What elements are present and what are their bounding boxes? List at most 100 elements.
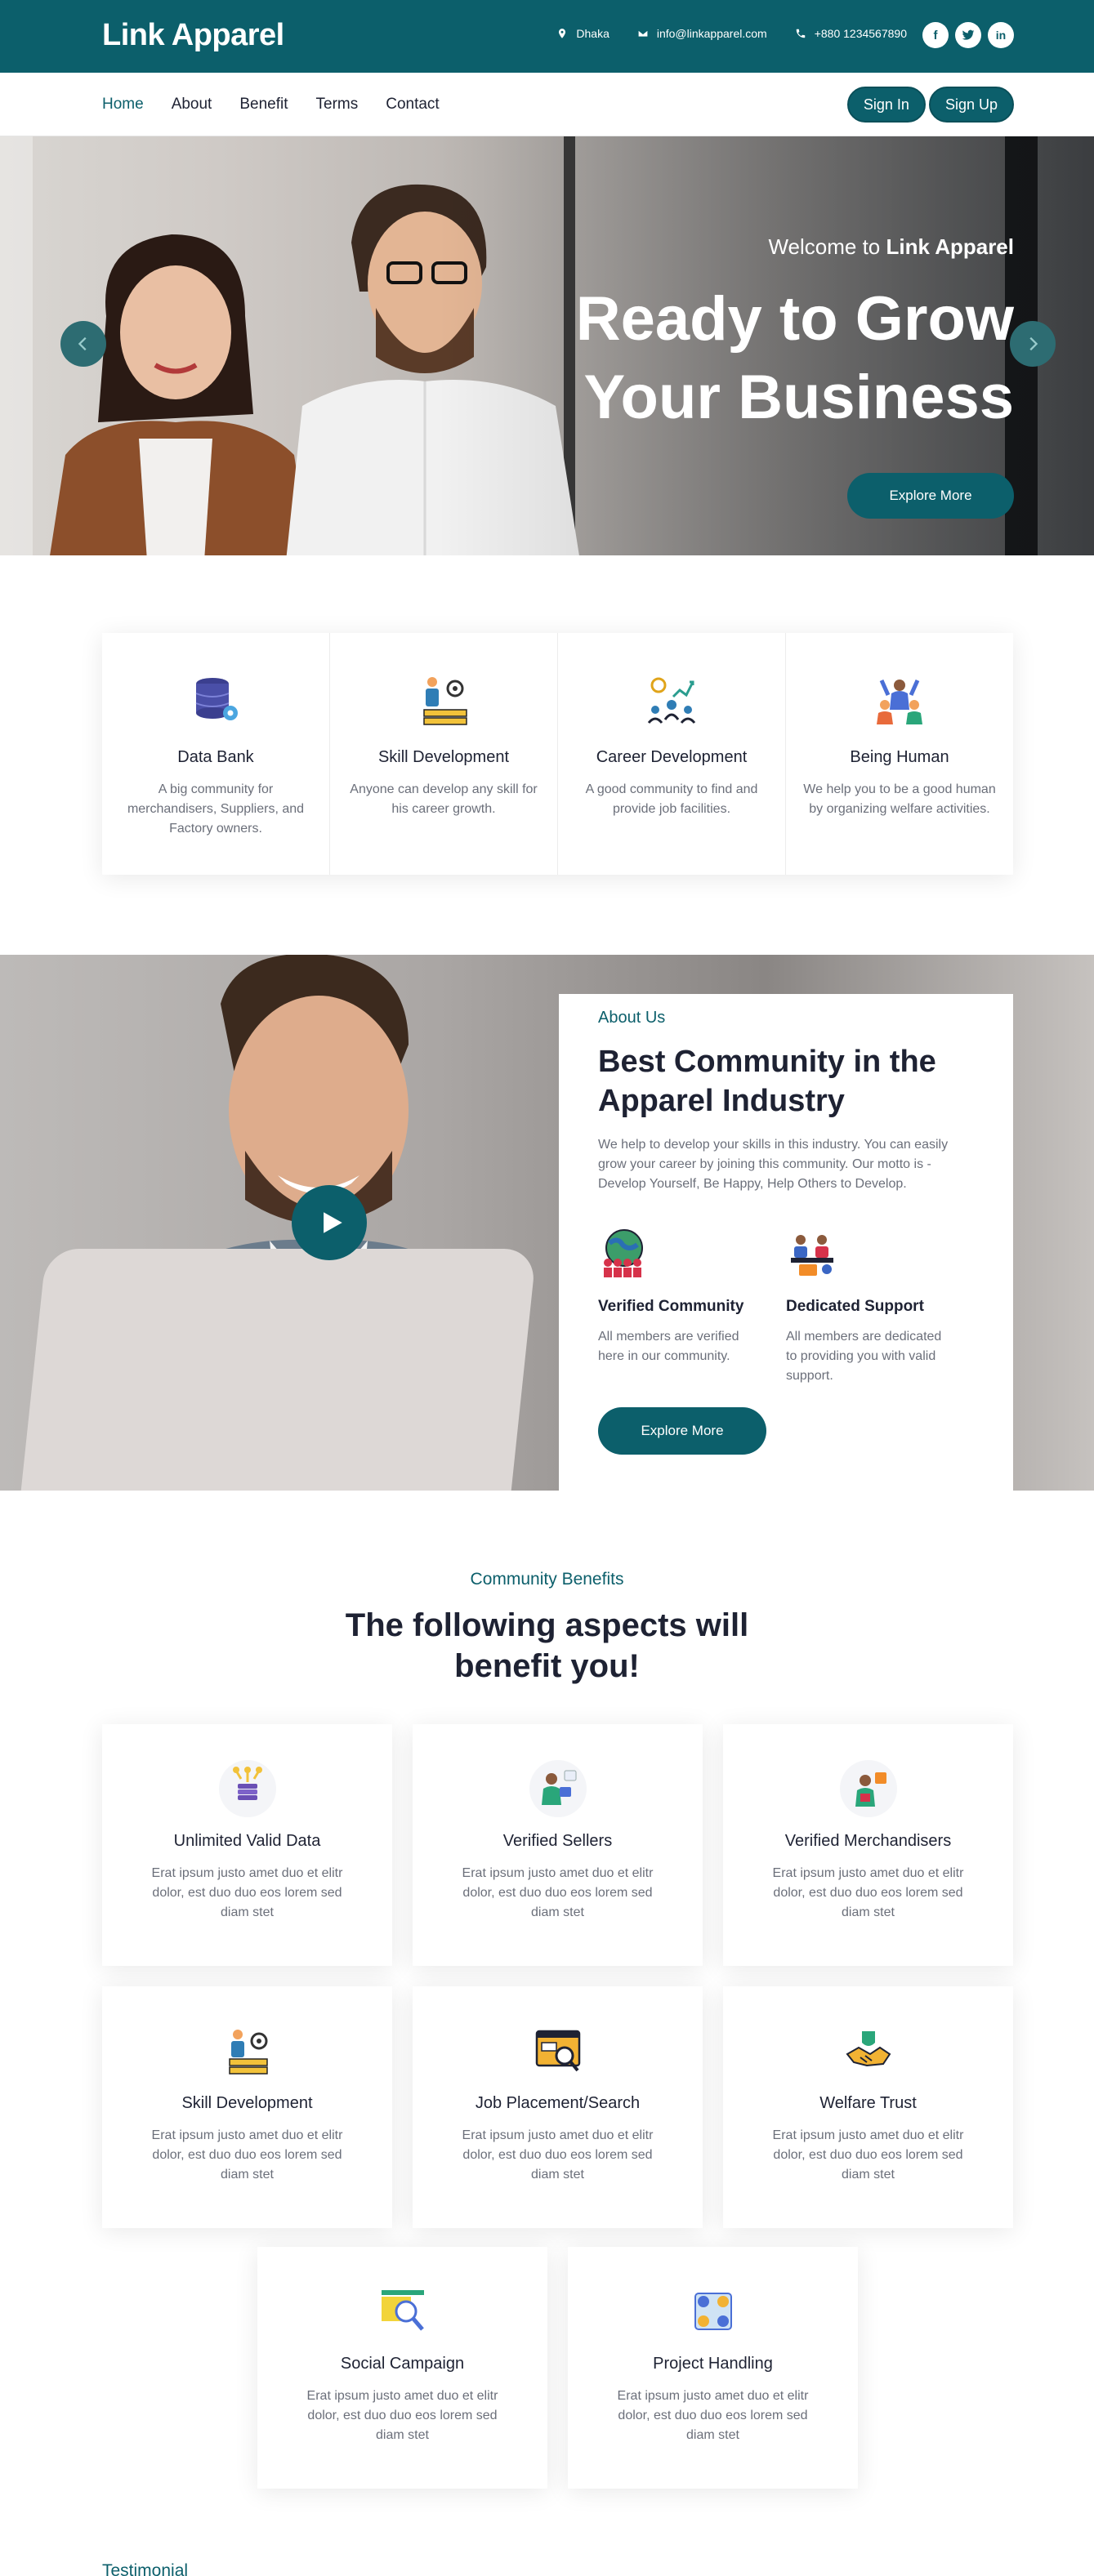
handshake-icon: [840, 2022, 897, 2079]
feature-card: Data Bank A big community for merchandis…: [102, 633, 330, 875]
project-handling-icon: [685, 2283, 742, 2340]
main-nav: Home About Benefit Terms Contact Sign In…: [0, 73, 1094, 136]
feature-text: A big community for merchandisers, Suppl…: [127, 782, 305, 836]
sign-up-button[interactable]: Sign Up: [928, 87, 1014, 123]
slider-prev-button[interactable]: [60, 321, 106, 367]
data-stack-icon: [218, 1760, 276, 1817]
benefit-title: Job Placement/Search: [475, 2094, 641, 2112]
benefit-card: Social Campaign Erat ipsum justo amet du…: [257, 2247, 547, 2489]
benefits-title-text: The following aspects will benefit you!: [345, 1607, 749, 1684]
benefit-title: Verified Sellers: [502, 1832, 613, 1850]
benefits-kicker: Community Benefits: [470, 1570, 624, 1589]
feature-text: We help you to be a good human by organi…: [803, 782, 996, 816]
feature-card: Being Human We help you to be a good hum…: [786, 633, 1013, 875]
email-item[interactable]: info@linkapparel.com: [637, 27, 767, 40]
linkedin-icon[interactable]: in: [988, 22, 1014, 48]
testimonial-kicker: Testimonial: [102, 2561, 189, 2576]
about-highlight-text: All members are dedicated to providing y…: [786, 1330, 942, 1383]
nav-link-home[interactable]: Home: [102, 96, 144, 114]
features-strip: Data Bank A big community for merchandis…: [102, 633, 1013, 875]
benefit-text: Erat ipsum justo amet duo et elitr dolor…: [462, 2128, 654, 2182]
job-search-icon: [529, 2022, 587, 2079]
facebook-icon[interactable]: f: [922, 22, 949, 48]
hero-title: Ready to Grow Your Business: [575, 284, 1014, 432]
feature-text: A good community to find and provide job…: [585, 782, 758, 816]
phone-text[interactable]: +880 1234567890: [815, 27, 907, 40]
feature-title: Career Development: [596, 748, 748, 766]
hero-welcome-brand: Link Apparel: [886, 234, 1014, 259]
nav-links: Home About Benefit Terms Contact: [102, 96, 440, 114]
database-icon: [195, 678, 238, 720]
nav-link-benefit[interactable]: Benefit: [239, 96, 288, 114]
map-pin-icon: [559, 29, 566, 38]
phone-item[interactable]: +880 1234567890: [795, 27, 907, 40]
about-highlight-text: All members are verified here in our com…: [598, 1330, 739, 1363]
benefit-card: Unlimited Valid Data Erat ipsum justo am…: [102, 1724, 392, 1966]
benefit-text: Erat ipsum justo amet duo et elitr dolor…: [772, 1866, 964, 1919]
sign-in-button[interactable]: Sign In: [846, 87, 926, 123]
benefit-title: Unlimited Valid Data: [173, 1832, 321, 1850]
benefit-card: Verified Merchandisers Erat ipsum justo …: [723, 1724, 1013, 1966]
contact-info: Dhaka info@linkapparel.com +880 12345678…: [535, 27, 907, 40]
benefit-text: Erat ipsum justo amet duo et elitr dolor…: [462, 1866, 654, 1919]
verified-community-icon: [604, 1229, 643, 1277]
benefit-title: Welfare Trust: [819, 2094, 917, 2112]
nav-link-terms[interactable]: Terms: [316, 96, 359, 114]
play-icon: [324, 1212, 342, 1233]
feature-title: Skill Development: [377, 748, 510, 766]
about-highlight-title: Verified Community: [598, 1298, 744, 1315]
about-photo-laptop: [19, 1249, 537, 1491]
chevron-right-icon: [1029, 336, 1038, 351]
benefit-card: Welfare Trust Erat ipsum justo amet duo …: [723, 1986, 1013, 2228]
auth-buttons: Sign In Sign Up: [846, 87, 1014, 123]
email-text[interactable]: info@linkapparel.com: [657, 27, 767, 40]
slider-next-button[interactable]: [1010, 321, 1056, 367]
hero-welcome: Welcome to Link Apparel: [768, 234, 1014, 260]
benefit-text: Erat ipsum justo amet duo et elitr dolor…: [306, 2389, 498, 2442]
benefits-title: The following aspects will benefit you!: [0, 1605, 1094, 1687]
feature-card: Skill Development Anyone can develop any…: [330, 633, 558, 875]
benefit-title: Skill Development: [181, 2094, 313, 2112]
feature-title: Data Bank: [177, 748, 254, 766]
people-icon: [877, 679, 922, 724]
about-highlight: Dedicated Support All members are dedica…: [786, 1227, 974, 1386]
phone-icon: [796, 29, 805, 38]
hero-explore-button[interactable]: Explore More: [847, 473, 1014, 519]
about-highlight-title: Dedicated Support: [786, 1298, 924, 1315]
chevron-left-icon: [78, 336, 87, 351]
about-description: We help to develop your skills in this i…: [598, 1138, 949, 1191]
feature-card: Career Development A good community to f…: [558, 633, 786, 875]
nav-link-contact[interactable]: Contact: [386, 96, 439, 114]
about-highlights: Verified Community All members are verif…: [598, 1227, 974, 1386]
dedicated-support-icon: [791, 1235, 833, 1276]
envelope-icon: [637, 29, 649, 38]
social-links: f in: [922, 22, 1014, 48]
brand-logo[interactable]: Link Apparel: [102, 18, 284, 53]
skill-development-icon: [423, 677, 467, 725]
seller-icon: [529, 1760, 587, 1817]
about-explore-button[interactable]: Explore More: [598, 1407, 766, 1455]
benefit-card: Job Placement/Search Erat ipsum justo am…: [413, 1986, 703, 2228]
location-item: Dhaka: [556, 27, 610, 40]
merchandiser-icon: [839, 1760, 897, 1817]
benefit-text: Erat ipsum justo amet duo et elitr dolor…: [151, 1866, 343, 1919]
career-development-icon: [647, 677, 696, 724]
hero-slider: Welcome to Link Apparel Ready to Grow Yo…: [0, 136, 1094, 555]
skill-development-icon: [219, 2022, 276, 2079]
feature-title: Being Human: [850, 748, 949, 766]
twitter-icon[interactable]: [955, 22, 981, 48]
top-bar: Link Apparel Dhaka info@linkapparel.com …: [0, 0, 1094, 73]
play-video-button[interactable]: [292, 1185, 367, 1260]
about-title: Best Community in the Apparel Industry: [598, 1045, 936, 1118]
nav-link-about[interactable]: About: [172, 96, 212, 114]
benefit-card: Verified Sellers Erat ipsum justo amet d…: [413, 1724, 703, 1966]
benefit-card: Skill Development Erat ipsum justo amet …: [102, 1986, 392, 2228]
about-kicker: About Us: [598, 1009, 666, 1027]
hero-welcome-prefix: Welcome to: [768, 234, 886, 259]
benefit-text: Erat ipsum justo amet duo et elitr dolor…: [772, 2128, 964, 2182]
about-card: About Us Best Community in the Apparel I…: [559, 994, 1013, 1491]
benefit-title: Social Campaign: [340, 2355, 465, 2373]
benefit-card: Project Handling Erat ipsum justo amet d…: [568, 2247, 858, 2489]
feature-text: Anyone can develop any skill for his car…: [350, 782, 538, 816]
benefit-text: Erat ipsum justo amet duo et elitr dolor…: [151, 2128, 343, 2182]
